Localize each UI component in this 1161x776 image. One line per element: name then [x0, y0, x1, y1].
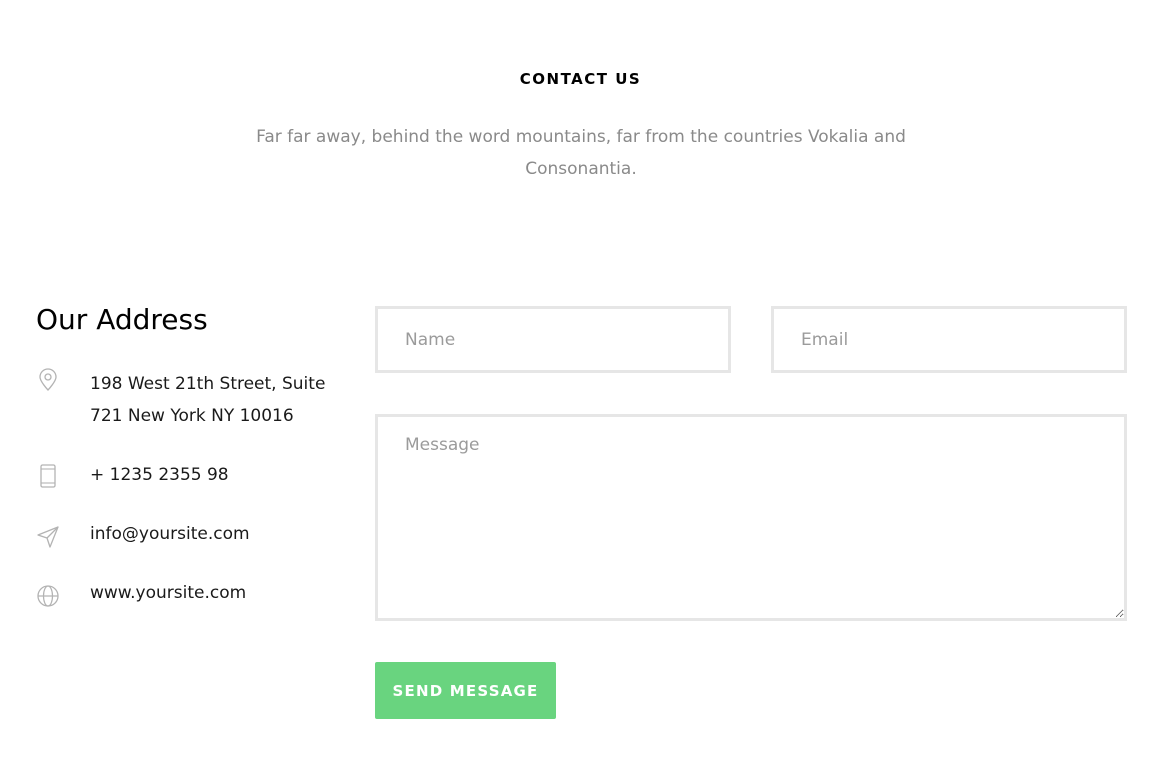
section-intro: Far far away, behind the word mountains,… [256, 127, 906, 179]
phone-text[interactable]: + 1235 2355 98 [90, 459, 330, 491]
send-icon [37, 526, 59, 548]
send-message-button[interactable]: SEND MESSAGE [375, 662, 556, 719]
contact-section: CONTACT US Far far away, behind the word… [0, 0, 1161, 776]
email-input[interactable] [771, 306, 1127, 373]
website-text[interactable]: www.yoursite.com [90, 577, 330, 609]
address-title: Our Address [36, 303, 208, 336]
map-pin-icon [39, 368, 57, 391]
name-input[interactable] [375, 306, 731, 373]
globe-icon [37, 585, 59, 607]
email-text[interactable]: info@yoursite.com [90, 518, 330, 550]
address-text: 198 West 21th Street, Suite 721 New York… [90, 374, 326, 426]
message-textarea[interactable] [375, 414, 1127, 621]
phone-icon [40, 464, 56, 488]
section-heading: CONTACT US [519, 70, 642, 88]
